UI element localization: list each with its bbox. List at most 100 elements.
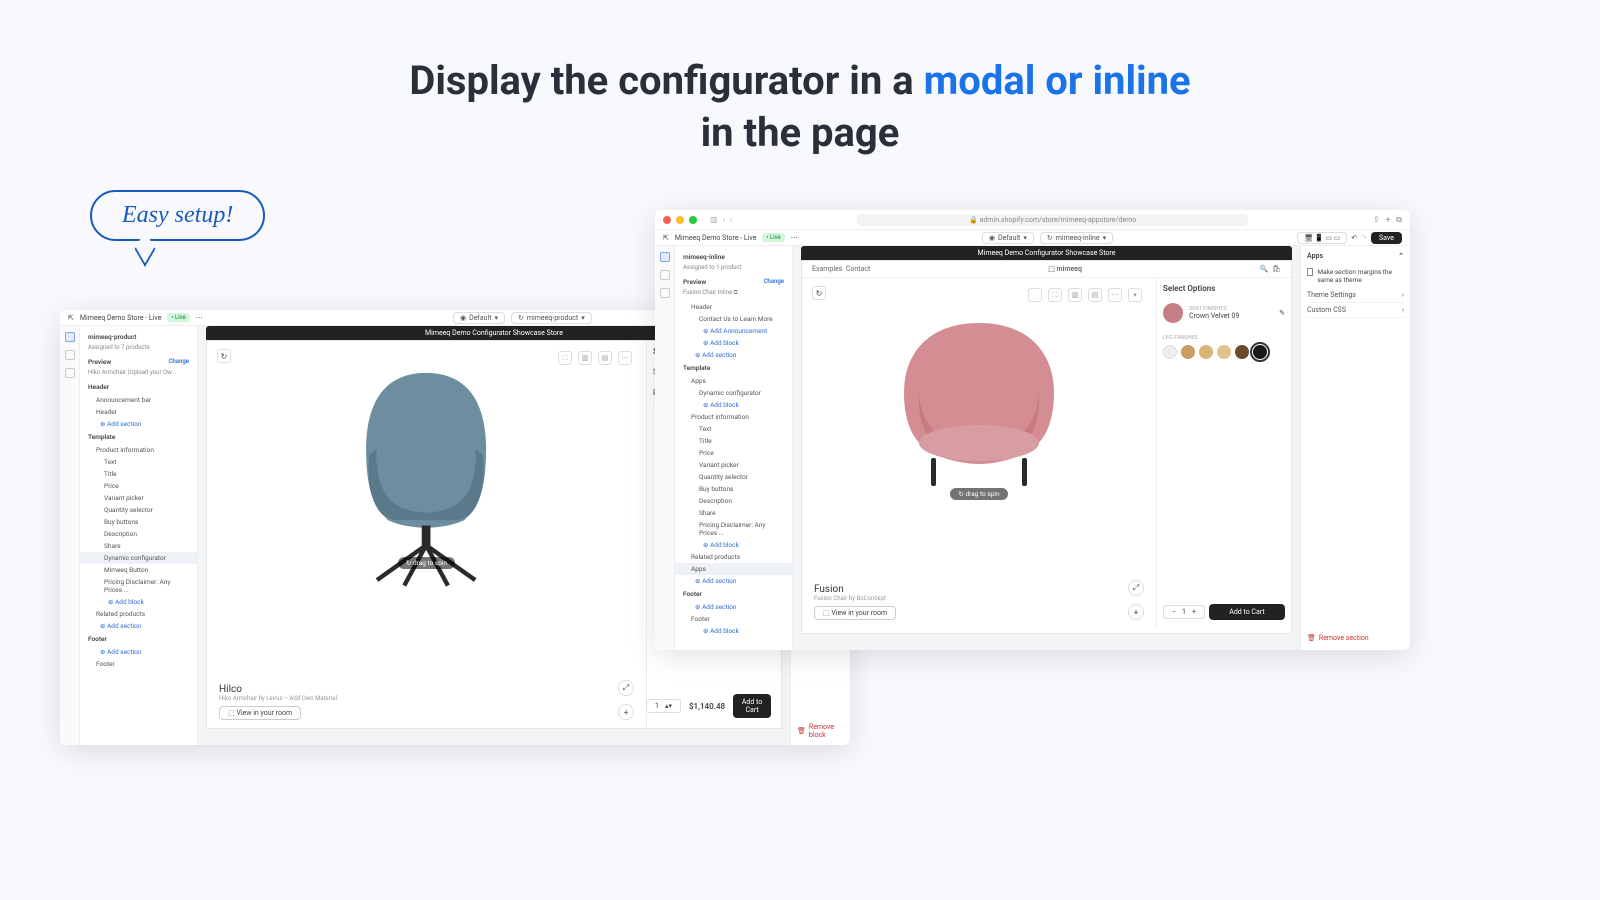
add-section-link[interactable]: ⊕ Add section	[80, 418, 197, 430]
add-block-link-3[interactable]: ⊕ Add block	[675, 539, 792, 551]
url-bar[interactable]: 🔒 admin.shopify.com/store/mimeeq-appstor…	[857, 214, 1248, 226]
theme-settings-row[interactable]: Theme Settings›	[1307, 288, 1404, 303]
add-section-link-3[interactable]: ⊕ Add section	[675, 601, 792, 613]
margins-checkbox[interactable]	[1307, 268, 1313, 276]
swatch-3[interactable]	[1199, 345, 1213, 359]
row-buy[interactable]: Buy buttons	[80, 516, 197, 528]
row-text[interactable]: Text	[675, 423, 792, 435]
remove-section-link[interactable]: 🗑 Remove section	[1307, 634, 1369, 642]
undo-icon[interactable]: ↶	[1351, 234, 1357, 242]
remove-block-link[interactable]: 🗑 Remove block	[797, 723, 850, 739]
cart-icon[interactable]: 🛍	[1272, 265, 1281, 273]
add-section-link-2[interactable]: ⊕ Add section	[675, 575, 792, 587]
row-desc[interactable]: Description	[80, 528, 197, 540]
swatch-5[interactable]	[1235, 345, 1249, 359]
row-text[interactable]: Text	[80, 456, 197, 468]
settings-icon[interactable]	[660, 270, 670, 280]
row-disclaimer[interactable]: Pricing Disclaimer: Any Prices ...	[675, 519, 792, 539]
newtab-icon[interactable]: +	[1386, 215, 1391, 225]
row-footer[interactable]: Footer	[675, 613, 792, 625]
row-disclaimer[interactable]: Pricing Disclaimer: Any Prices ...	[80, 576, 197, 596]
close-icon[interactable]	[663, 216, 671, 224]
row-desc[interactable]: Description	[675, 495, 792, 507]
add-announcement-link[interactable]: ⊕ Add Announcement	[675, 325, 792, 337]
template-dropdown[interactable]: ◉ Default ▾	[982, 232, 1034, 244]
add-block-link-4[interactable]: ⊕ Add block	[675, 625, 792, 637]
product-3d-viewer[interactable]: ↻ drag to spin	[802, 278, 1156, 518]
add-block-link-2[interactable]: ⊕ Add block	[675, 399, 792, 411]
add-section-link[interactable]: ⊕ Add section	[675, 349, 792, 361]
view-in-room-button[interactable]: ⬚ View in your room	[219, 706, 301, 720]
change-link[interactable]: Change	[764, 278, 785, 286]
sidebar-toggle-icon[interactable]: ▥	[710, 215, 718, 224]
sections-icon[interactable]	[660, 252, 670, 262]
template-dropdown[interactable]: ◉ Default ▾	[453, 312, 505, 324]
expand-button[interactable]: ⤢	[618, 680, 634, 696]
expand-button[interactable]: ⤢	[1128, 580, 1144, 596]
settings-icon[interactable]	[65, 350, 75, 360]
row-title[interactable]: Title	[675, 435, 792, 447]
seat-finish-option[interactable]: SEAT FINISHESCrown Velvet 09 ✎	[1163, 299, 1285, 327]
tabs-icon[interactable]: ⧉	[1396, 215, 1402, 225]
add-section-link-3[interactable]: ⊕ Add section	[80, 646, 197, 658]
view-dropdown[interactable]: ↻ mimeeq-product ▾	[511, 312, 592, 324]
row-dynamic-configurator[interactable]: Dynamic configurator	[80, 552, 197, 564]
swatch-2[interactable]	[1181, 345, 1195, 359]
view-in-room-button[interactable]: ⬚ View in your room	[814, 606, 896, 620]
row-header[interactable]: Header	[675, 301, 792, 313]
change-link[interactable]: Change	[169, 358, 190, 366]
chevron-icon[interactable]: ⌃	[1398, 252, 1404, 260]
add-to-cart-button[interactable]: Add to Cart	[1209, 604, 1285, 620]
row-qty[interactable]: Quantity selector	[675, 471, 792, 483]
minimize-icon[interactable]	[676, 216, 684, 224]
more-icon[interactable]: ⋯	[196, 314, 203, 322]
more-icon[interactable]: ⋯	[791, 234, 798, 242]
nav-examples[interactable]: Examples	[812, 265, 842, 273]
row-price[interactable]: Price	[675, 447, 792, 459]
row-qty[interactable]: Quantity selector	[80, 504, 197, 516]
row-header[interactable]: Header	[80, 406, 197, 418]
sections-icon[interactable]	[65, 332, 75, 342]
share-icon[interactable]: ⇪	[1373, 215, 1380, 225]
row-share[interactable]: Share	[675, 507, 792, 519]
nav-contact[interactable]: Contact	[846, 265, 870, 273]
row-announcement[interactable]: Announcement bar	[80, 394, 197, 406]
row-related[interactable]: Related products	[80, 608, 197, 620]
row-title[interactable]: Title	[80, 468, 197, 480]
qty-stepper[interactable]: −1+	[1163, 605, 1205, 619]
maximize-icon[interactable]	[689, 216, 697, 224]
row-apps-2[interactable]: Apps	[675, 563, 792, 575]
row-variant[interactable]: Variant picker	[80, 492, 197, 504]
brand-logo[interactable]: mimeeq	[1057, 265, 1082, 273]
row-dynamic[interactable]: Dynamic configurator	[675, 387, 792, 399]
nav-back-icon[interactable]: ‹	[723, 215, 725, 224]
row-price[interactable]: Price	[80, 480, 197, 492]
add-block-link[interactable]: ⊕ Add block	[675, 337, 792, 349]
swatch-4[interactable]	[1217, 345, 1231, 359]
swatch-6[interactable]	[1253, 345, 1267, 359]
nav-fwd-icon[interactable]: ›	[730, 215, 732, 224]
add-to-cart-button[interactable]: Add to Cart	[733, 694, 771, 718]
row-prodinfo[interactable]: Product information	[675, 411, 792, 423]
apps-icon[interactable]	[660, 288, 670, 298]
home-icon[interactable]: ⇱	[68, 314, 74, 322]
swatch-1[interactable]	[1163, 345, 1177, 359]
edit-icon[interactable]: ✎	[1279, 309, 1285, 317]
home-icon[interactable]: ⇱	[663, 234, 669, 242]
row-contact[interactable]: Contact Us to Learn More	[675, 313, 792, 325]
product-3d-viewer[interactable]: ↻ drag to spin	[207, 341, 646, 601]
add-button[interactable]: +	[618, 704, 634, 720]
row-share[interactable]: Share	[80, 540, 197, 552]
save-button[interactable]: Save	[1371, 232, 1402, 244]
view-dropdown[interactable]: ↻ mimeeq-inline ▾	[1040, 232, 1113, 244]
row-buy[interactable]: Buy buttons	[675, 483, 792, 495]
row-apps[interactable]: Apps	[675, 375, 792, 387]
qty-stepper[interactable]: 1▴▾	[646, 699, 681, 713]
custom-css-row[interactable]: Custom CSS›	[1307, 303, 1404, 318]
apps-icon[interactable]	[65, 368, 75, 378]
row-footer[interactable]: Footer	[80, 658, 197, 670]
add-button[interactable]: +	[1128, 604, 1144, 620]
row-mimeeq-button[interactable]: Mimeeq Button	[80, 564, 197, 576]
device-toggle[interactable]: 🖥 📱 ▭ ▭	[1297, 232, 1347, 244]
add-section-link-2[interactable]: ⊕ Add section	[80, 620, 197, 632]
